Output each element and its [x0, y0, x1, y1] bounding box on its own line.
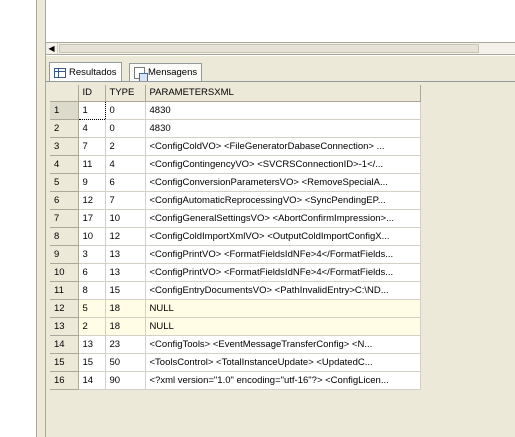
table-row[interactable]: 2 4 0 4830 [50, 119, 421, 138]
parametersxml-cell[interactable]: <ConfigColdVO> <FileGeneratorDabaseConne… [145, 137, 421, 156]
type-cell[interactable]: 12 [105, 227, 146, 246]
table-row[interactable]: 14 13 23 <ConfigTools> <EventMessageTransfe… [50, 335, 421, 354]
id-cell[interactable]: 7 [78, 137, 106, 156]
parametersxml-cell[interactable]: 4830 [145, 101, 421, 120]
parametersxml-cell[interactable]: <ConfigPrintVO> <FormatFieldsIdNFe>4</Fo… [145, 245, 421, 264]
type-cell[interactable]: 90 [105, 371, 146, 390]
tab-results[interactable]: Resultados [49, 62, 122, 82]
id-cell[interactable]: 11 [78, 155, 106, 174]
column-header-type[interactable]: TYPE [105, 85, 146, 102]
type-cell[interactable]: 18 [105, 299, 146, 318]
table-row[interactable]: 5 9 6 <ConfigConversionParametersVO> <Remov… [50, 173, 421, 192]
row-number-cell[interactable]: 3 [50, 137, 79, 156]
row-number-cell[interactable]: 8 [50, 227, 79, 246]
row-number-cell[interactable]: 10 [50, 263, 79, 282]
id-cell[interactable]: 12 [78, 191, 106, 210]
parametersxml-cell[interactable]: <ConfigContingencyVO> <SVCRSConnectionID… [145, 155, 421, 174]
tab-messages-label: Mensagens [148, 67, 198, 78]
type-cell[interactable]: 2 [105, 137, 146, 156]
id-cell[interactable]: 13 [78, 335, 106, 354]
type-cell[interactable]: 6 [105, 173, 146, 192]
id-cell[interactable]: 5 [78, 299, 106, 318]
parametersxml-cell[interactable]: <ConfigColdImportXmlVO> <OutputColdImpor… [145, 227, 421, 246]
tab-messages[interactable]: Mensagens [129, 63, 203, 82]
id-cell[interactable]: 3 [78, 245, 106, 264]
type-cell[interactable]: 23 [105, 335, 146, 354]
type-cell[interactable]: 13 [105, 263, 146, 282]
parametersxml-cell[interactable]: <ToolsControl> <TotalInstanceUpdate> <Up… [145, 353, 421, 372]
row-number-cell[interactable]: 15 [50, 353, 79, 372]
id-cell[interactable]: 15 [78, 353, 106, 372]
row-number-cell[interactable]: 13 [50, 317, 79, 336]
row-number-cell[interactable]: 4 [50, 155, 79, 174]
table-row[interactable]: 4 11 4 <ConfigContingencyVO> <SVCRSConnecti… [50, 155, 421, 174]
row-number-cell[interactable]: 14 [50, 335, 79, 354]
results-grid[interactable]: ID TYPE PARAMETERSXML 1 1 0 4830 2 4 0 4830 3 7 2 <… [50, 85, 421, 390]
table-row[interactable]: 1 1 0 4830 [50, 100, 421, 120]
row-header-corner[interactable] [50, 85, 79, 102]
parametersxml-cell[interactable]: <ConfigEntryDocumentsVO> <PathInvalidEnt… [145, 281, 421, 300]
row-number-cell[interactable]: 2 [50, 119, 79, 138]
table-row[interactable]: 8 10 12 <ConfigColdImportXmlVO> <OutputCold… [50, 227, 421, 246]
table-row[interactable]: 13 2 18 NULL [50, 317, 421, 336]
id-cell[interactable]: 17 [78, 209, 106, 228]
parametersxml-cell[interactable]: 4830 [145, 119, 421, 138]
id-cell[interactable]: 10 [78, 227, 106, 246]
query-editor[interactable] [46, 0, 515, 42]
grid-header-row: ID TYPE PARAMETERSXML [50, 85, 421, 102]
table-row[interactable]: 10 6 13 <ConfigPrintVO> <FormatFieldsIdNFe>… [50, 263, 421, 282]
id-cell[interactable]: 9 [78, 173, 106, 192]
type-cell[interactable]: 0 [105, 101, 146, 120]
horizontal-scrollbar[interactable]: ◀ [46, 42, 515, 55]
table-row[interactable]: 12 5 18 NULL [50, 299, 421, 318]
tab-divider [46, 81, 515, 82]
scrollbar-thumb[interactable] [59, 44, 479, 53]
editor-gutter [36, 0, 46, 437]
scroll-left-arrow-icon[interactable]: ◀ [46, 43, 58, 54]
table-row[interactable]: 11 8 15 <ConfigEntryDocumentsVO> <PathInval… [50, 281, 421, 300]
type-cell[interactable]: 4 [105, 155, 146, 174]
id-cell[interactable]: 6 [78, 263, 106, 282]
parametersxml-cell[interactable]: NULL [145, 317, 421, 336]
table-row[interactable]: 7 17 10 <ConfigGeneralSettingsVO> <AbortCon… [50, 209, 421, 228]
type-cell[interactable]: 50 [105, 353, 146, 372]
table-row[interactable]: 16 14 90 <?xml version="1.0" encoding="utf-… [50, 371, 421, 390]
row-number-cell[interactable]: 1 [50, 101, 79, 120]
parametersxml-cell[interactable]: <ConfigPrintVO> <FormatFieldsIdNFe>4</Fo… [145, 263, 421, 282]
type-cell[interactable]: 0 [105, 119, 146, 138]
row-number-cell[interactable]: 12 [50, 299, 79, 318]
tab-results-label: Resultados [69, 67, 117, 78]
row-number-cell[interactable]: 11 [50, 281, 79, 300]
type-cell[interactable]: 18 [105, 317, 146, 336]
messages-icon [134, 66, 148, 82]
type-cell[interactable]: 7 [105, 191, 146, 210]
id-cell[interactable]: 2 [78, 317, 106, 336]
parametersxml-cell[interactable]: NULL [145, 299, 421, 318]
parametersxml-cell[interactable]: <ConfigTools> <EventMessageTransferConfi… [145, 335, 421, 354]
table-row[interactable]: 6 12 7 <ConfigAutomaticReprocessingVO> <Syn… [50, 191, 421, 210]
parametersxml-cell[interactable]: <?xml version="1.0" encoding="utf-16"?> … [145, 371, 421, 390]
column-header-parametersxml[interactable]: PARAMETERSXML [145, 85, 421, 102]
id-cell[interactable]: 14 [78, 371, 106, 390]
table-row[interactable]: 3 7 2 <ConfigColdVO> <FileGeneratorDabaseCo… [50, 137, 421, 156]
row-number-cell[interactable]: 6 [50, 191, 79, 210]
table-row[interactable]: 9 3 13 <ConfigPrintVO> <FormatFieldsIdNFe>4… [50, 245, 421, 264]
row-number-cell[interactable]: 16 [50, 371, 79, 390]
parametersxml-cell[interactable]: <ConfigAutomaticReprocessingVO> <SyncPen… [145, 191, 421, 210]
id-cell[interactable]: 4 [78, 119, 106, 138]
id-cell[interactable]: 8 [78, 281, 106, 300]
parametersxml-cell[interactable]: <ConfigGeneralSettingsVO> <AbortConfirmI… [145, 209, 421, 228]
type-cell[interactable]: 15 [105, 281, 146, 300]
parametersxml-cell[interactable]: <ConfigConversionParametersVO> <RemoveSp… [145, 173, 421, 192]
row-number-cell[interactable]: 9 [50, 245, 79, 264]
row-number-cell[interactable]: 5 [50, 173, 79, 192]
table-row[interactable]: 15 15 50 <ToolsControl> <TotalInstanceUpdat… [50, 353, 421, 372]
id-cell[interactable]: 1 [77, 100, 106, 120]
grid-icon [54, 67, 66, 78]
column-header-id[interactable]: ID [78, 85, 106, 102]
type-cell[interactable]: 10 [105, 209, 146, 228]
type-cell[interactable]: 13 [105, 245, 146, 264]
row-number-cell[interactable]: 7 [50, 209, 79, 228]
